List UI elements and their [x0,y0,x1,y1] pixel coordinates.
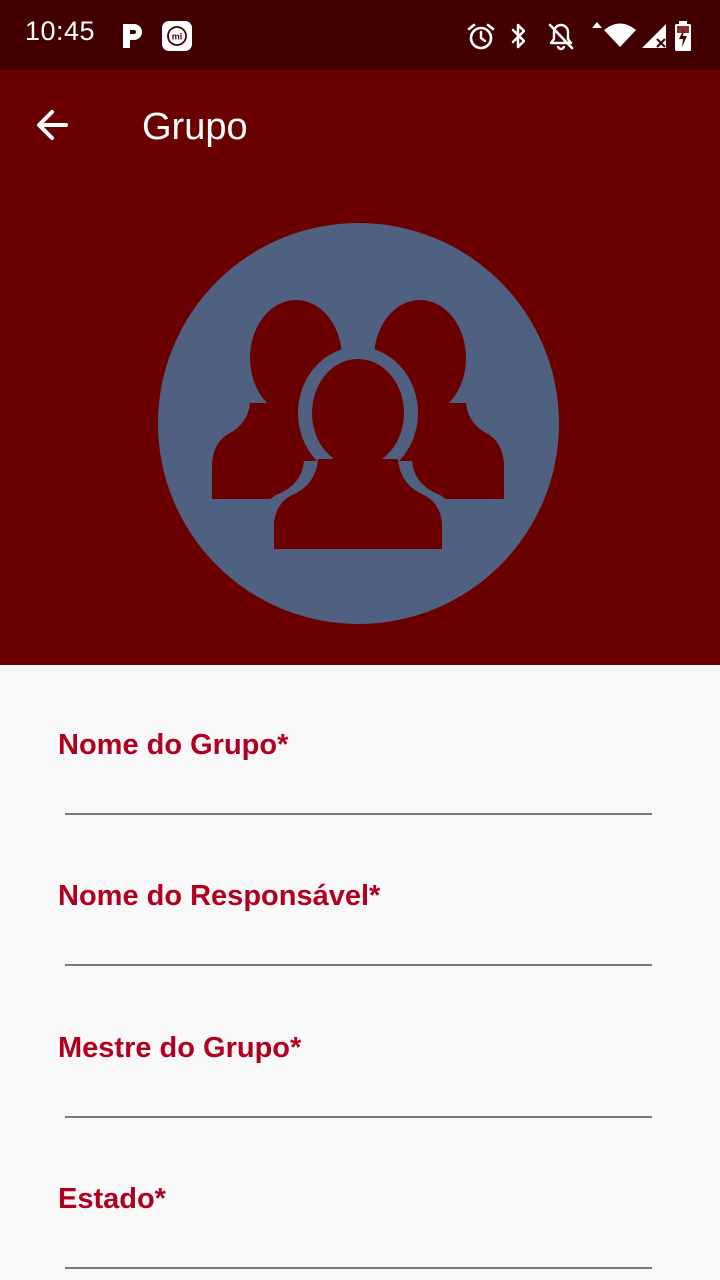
app-bar: Grupo [0,70,720,185]
arrow-back-icon [37,110,68,140]
nome-do-grupo-input[interactable] [65,773,652,815]
wifi-icon [592,22,636,47]
signal-icon [642,24,666,48]
field-label: Estado* [58,1183,166,1215]
status-bar: 10:45 mi [0,0,720,70]
field-label: Mestre do Grupo* [58,1032,302,1064]
page-title: Grupo [142,106,248,148]
p-app-icon [123,24,142,48]
mestre-do-grupo-input[interactable] [65,1076,652,1118]
svg-text:mi: mi [172,32,183,42]
group-header [0,185,720,665]
bluetooth-icon [511,23,526,49]
battery-charging-icon [675,21,691,51]
field-label: Nome do Responsável* [58,880,381,912]
group-form: Nome do Grupo* Nome do Responsável* Mest… [0,665,720,1280]
back-button[interactable] [28,100,78,150]
notifications-off-icon [548,23,574,51]
nome-do-responsavel-input[interactable] [65,924,652,966]
field-label: Nome do Grupo* [58,729,289,761]
alarm-icon [467,23,495,50]
estado-input[interactable] [65,1227,652,1269]
group-people-icon[interactable] [158,223,559,624]
mi-app-icon: mi [162,21,192,51]
status-time: 10:45 [25,16,96,46]
